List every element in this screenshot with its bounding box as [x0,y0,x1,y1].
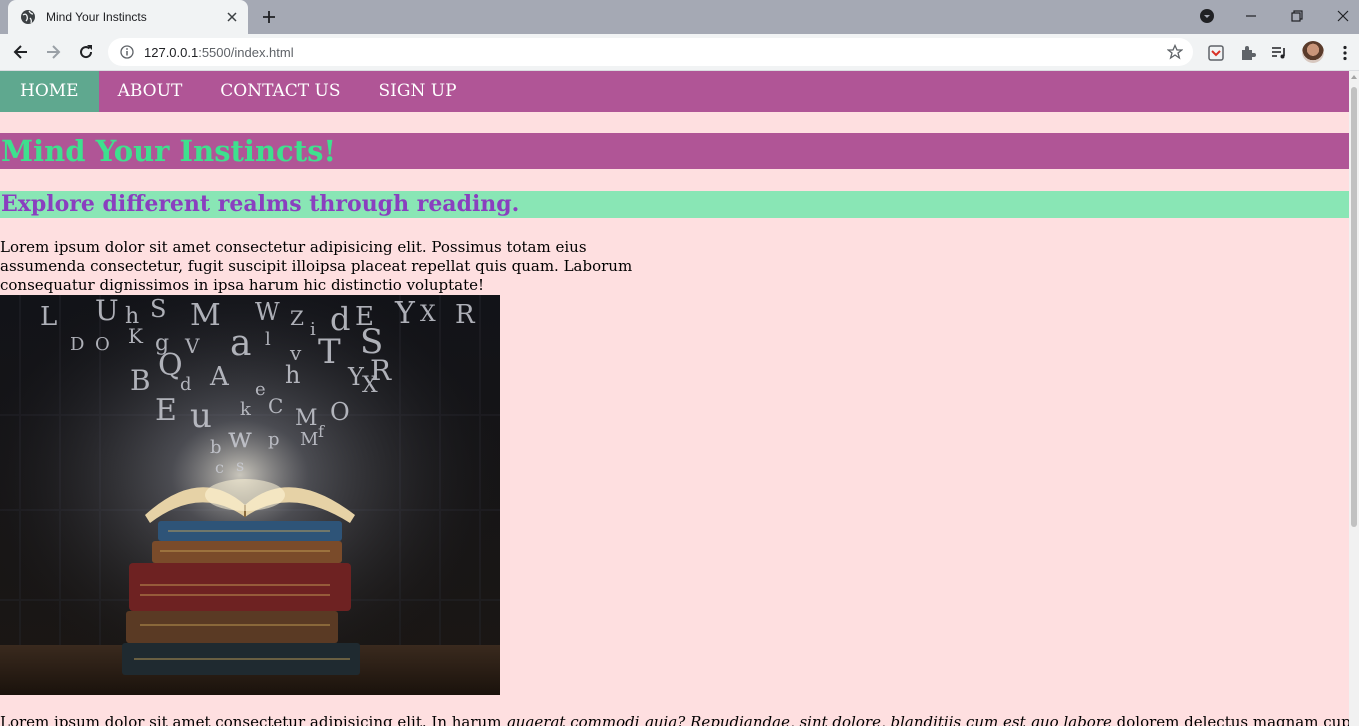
floating-letter: T [318,332,341,372]
para2-emphasis: quaerat commodi quia? Repudiandae, sint … [506,713,1112,726]
floating-letter: i [310,319,316,340]
para2-text-b: dolorem delectus magnam cupiditate, ex [1116,713,1349,726]
floating-letter: X [420,302,436,327]
floating-letter: h [285,361,300,389]
floating-letter: u [190,396,212,436]
nav-about[interactable]: ABOUT [99,71,202,112]
browser-toolbar: 127.0.0.1:5500/index.html [0,34,1359,71]
info-icon[interactable] [120,45,134,59]
tab-search-icon[interactable] [1199,8,1215,24]
floating-letter: U [95,295,119,327]
floating-letter: l [265,329,271,350]
second-paragraph: Lorem ipsum dolor sit amet consectetur a… [0,713,1349,726]
floating-letter: d [180,374,192,395]
floating-letter: A [209,362,230,392]
floating-letter: D [70,334,84,355]
floating-letter: W [255,298,280,326]
floating-letter: L [40,302,57,332]
page-subtitle: Explore different realms through reading… [0,191,1349,218]
floating-letter: O [330,398,350,426]
bookmark-star-icon[interactable] [1167,44,1183,60]
floating-letter: Q [158,348,183,383]
restore-icon[interactable] [1289,8,1305,24]
reload-icon[interactable] [77,43,95,61]
url-host: 127.0.0.1 [144,44,199,60]
floating-letter: w [228,421,252,454]
globe-icon [21,10,35,24]
browser-tab[interactable]: Mind Your Instincts [8,0,248,34]
pocket-extension-icon[interactable] [1207,44,1225,62]
nav-sign-up[interactable]: SIGN UP [360,71,476,112]
floating-letter: b [210,437,222,458]
extensions-puzzle-icon[interactable] [1239,44,1257,62]
close-window-icon[interactable] [1335,8,1351,24]
minimize-icon[interactable] [1243,8,1259,24]
floating-letter: M [300,429,318,450]
back-arrow-icon[interactable] [12,43,30,61]
profile-avatar[interactable] [1302,41,1324,63]
media-control-icon[interactable] [1270,44,1288,62]
intro-paragraph: Lorem ipsum dolor sit amet consectetur a… [0,238,633,294]
tab-title: Mind Your Instincts [46,10,147,24]
floating-letter: K [128,324,144,348]
floating-letter: V [184,334,200,358]
floating-letter: Z [290,306,304,330]
books-hero-image: L Uh S M W Zi d E Y X RD O Kg Va lv T SQ RB d Aeh YXE u k C M Ow p… [0,295,500,695]
close-tab-icon[interactable] [224,9,240,25]
floating-letter: E [155,393,177,428]
more-menu-icon[interactable] [1336,44,1354,62]
floating-letter: a [230,323,251,364]
nav-contact-us[interactable]: CONTACT US [201,71,359,112]
floating-letter: c [215,458,224,477]
floating-letter: s [236,456,244,475]
address-bar[interactable]: 127.0.0.1:5500/index.html [108,38,1193,66]
url-path: :5500/index.html [198,44,294,60]
page-title: Mind Your Instincts! [0,133,1349,169]
forward-arrow-icon[interactable] [44,43,62,61]
nav-home[interactable]: HOME [0,71,99,112]
floating-letter: M [190,298,221,333]
floating-letter: C [268,394,283,418]
floating-letter: Y [394,296,416,331]
floating-letter: S [150,295,166,323]
floating-letter: p [268,429,280,450]
scroll-up-arrow-icon[interactable] [1351,75,1357,79]
para2-text-a: Lorem ipsum dolor sit amet consectetur a… [0,713,507,726]
browser-tab-strip: Mind Your Instincts [0,0,1359,34]
page-scrollbar[interactable] [1349,71,1359,726]
floating-letter: B [130,364,151,397]
floating-letter: e [255,379,266,400]
floating-letter: O [95,334,110,355]
new-tab-icon[interactable] [261,9,277,25]
url-text: 127.0.0.1:5500/index.html [144,45,1167,60]
page-viewport: HOME ABOUT CONTACT US SIGN UP Mind Your … [0,71,1349,726]
site-navbar: HOME ABOUT CONTACT US SIGN UP [0,71,1349,112]
floating-letter: M [295,406,318,431]
floating-letter: R [455,300,476,330]
scroll-thumb[interactable] [1351,87,1357,527]
floating-letter: k [240,399,252,420]
floating-letter: X [362,373,378,398]
